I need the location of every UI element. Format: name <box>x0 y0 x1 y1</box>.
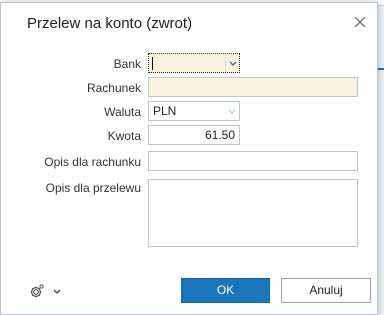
bank-label: Bank <box>113 57 141 71</box>
opis-rachunku-row: Opis dla rachunku <box>1 151 379 173</box>
text-cursor <box>152 57 153 70</box>
opis-przelewu-label: Opis dla przelewu <box>45 181 141 195</box>
rachunek-row: Rachunek <box>1 77 379 99</box>
opis-rachunku-label: Opis dla rachunku <box>44 155 141 169</box>
dialog-title: Przelew na konto (zwrot) <box>27 15 193 32</box>
settings-menu-button[interactable] <box>28 282 62 300</box>
chevron-down-icon[interactable] <box>225 102 239 120</box>
waluta-select[interactable]: PLN <box>148 101 240 121</box>
kwota-label: Kwota <box>107 129 141 143</box>
bank-select[interactable] <box>148 53 240 73</box>
rachunek-input[interactable] <box>148 77 358 97</box>
transfer-dialog: Przelew na konto (zwrot) Bank Rachunek W… <box>0 2 378 315</box>
close-icon[interactable] <box>351 13 369 31</box>
waluta-label: Waluta <box>104 105 141 119</box>
waluta-value: PLN <box>153 104 177 118</box>
ok-button[interactable]: OK <box>181 278 270 303</box>
bank-row: Bank <box>1 53 379 75</box>
cancel-button[interactable]: Anuluj <box>281 278 371 303</box>
opis-rachunku-input[interactable] <box>148 151 358 171</box>
kwota-row: Kwota 61.50 <box>1 125 379 147</box>
waluta-row: Waluta PLN <box>1 101 379 123</box>
rachunek-label: Rachunek <box>86 81 141 95</box>
opis-przelewu-textarea[interactable] <box>148 179 358 247</box>
kwota-input[interactable]: 61.50 <box>148 125 240 145</box>
chevron-down-icon[interactable] <box>225 54 239 72</box>
